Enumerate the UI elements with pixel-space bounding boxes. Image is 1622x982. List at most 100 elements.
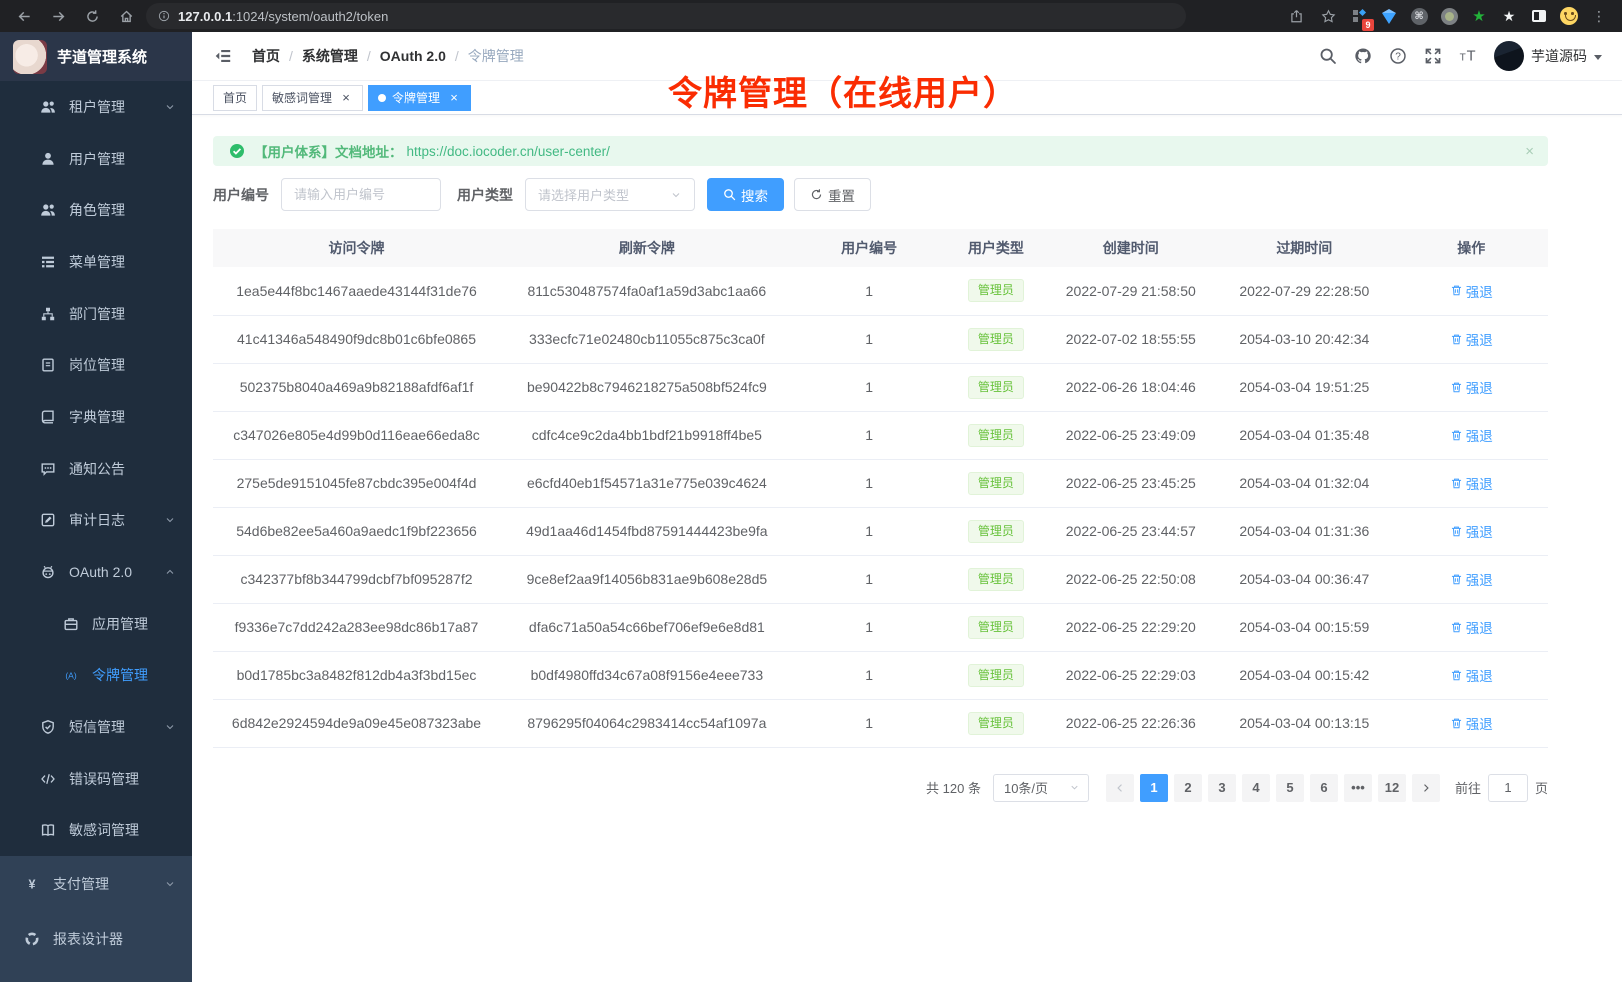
- app-title: 芋道管理系统: [57, 46, 147, 67]
- force-logout-button[interactable]: 强退: [1450, 665, 1493, 685]
- user-type-select[interactable]: 请选择用户类型: [525, 178, 695, 211]
- sidebar-item-app[interactable]: 应用管理: [0, 598, 192, 650]
- page-button-5[interactable]: 5: [1276, 774, 1304, 802]
- page-button-1[interactable]: 1: [1140, 774, 1168, 802]
- force-logout-button[interactable]: 强退: [1450, 473, 1493, 493]
- reload-icon[interactable]: [78, 2, 106, 30]
- sidebar-item-report[interactable]: 报表设计器: [0, 911, 192, 966]
- sidebar-item-log[interactable]: 审计日志: [0, 495, 192, 547]
- user-menu[interactable]: 芋道源码: [1494, 41, 1602, 71]
- breadcrumb-item[interactable]: 首页: [252, 46, 280, 66]
- back-icon[interactable]: [10, 2, 38, 30]
- kebab-menu-icon[interactable]: ⋮: [1586, 3, 1612, 29]
- breadcrumb-separator: /: [289, 48, 293, 64]
- force-logout-button[interactable]: 强退: [1450, 377, 1493, 397]
- record-extension-icon[interactable]: [1436, 3, 1462, 29]
- created-cell: 2022-06-25 23:49:09: [1047, 411, 1214, 459]
- extension-grid-icon[interactable]: 9: [1346, 3, 1372, 29]
- close-icon[interactable]: [339, 91, 353, 105]
- sidebar-item-label: 岗位管理: [69, 355, 125, 375]
- force-logout-button[interactable]: 强退: [1450, 713, 1493, 733]
- refresh-cell: 811c530487574fa0af1a59d3abc1aa66: [500, 267, 794, 315]
- token-table: 访问令牌刷新令牌用户编号用户类型创建时间过期时间操作 1ea5e44f8bc14…: [213, 229, 1548, 748]
- share-icon[interactable]: [1282, 2, 1310, 30]
- font-size-icon[interactable]: TT: [1459, 47, 1477, 65]
- sms-icon: [40, 719, 56, 735]
- goto-page-input[interactable]: [1488, 774, 1528, 802]
- search-icon[interactable]: [1319, 47, 1337, 65]
- sidebar-item-book-open[interactable]: 敏感词管理: [0, 805, 192, 857]
- page-button-2[interactable]: 2: [1174, 774, 1202, 802]
- user-id-input[interactable]: [281, 178, 441, 211]
- trash-icon: [1450, 669, 1463, 682]
- force-logout-button[interactable]: 强退: [1450, 569, 1493, 589]
- page-button-6[interactable]: 6: [1310, 774, 1338, 802]
- sidebar-item-token[interactable]: (A)令牌管理: [0, 650, 192, 702]
- site-info-icon[interactable]: [158, 10, 170, 22]
- tags-bar: 首页 敏感词管理 令牌管理: [192, 81, 1622, 115]
- page-size-select[interactable]: 10条/页: [993, 774, 1089, 802]
- tab-token[interactable]: 令牌管理: [368, 85, 471, 111]
- breadcrumb-item[interactable]: 系统管理: [302, 46, 358, 66]
- table-row: 41c41346a548490f9dc8b01c6bfe0865333ecfc7…: [213, 315, 1548, 363]
- force-logout-label: 强退: [1466, 473, 1493, 493]
- doc-link[interactable]: https://doc.iocoder.cn/user-center/: [407, 144, 610, 159]
- next-page-button[interactable]: [1412, 774, 1440, 802]
- sidebar-item-peoples[interactable]: 角色管理: [0, 184, 192, 236]
- sidebar-item-sms[interactable]: 短信管理: [0, 701, 192, 753]
- trash-icon: [1450, 573, 1463, 586]
- force-logout-button[interactable]: 强退: [1450, 521, 1493, 541]
- sidebar-logo[interactable]: 芋道管理系统: [0, 32, 192, 81]
- user-id-cell: 1: [794, 315, 945, 363]
- forward-icon[interactable]: [44, 2, 72, 30]
- page-button-12[interactable]: 12: [1378, 774, 1406, 802]
- url-text: 127.0.0.1:1024/system/oauth2/token: [178, 9, 388, 24]
- sidebar-item-label: 字典管理: [69, 407, 125, 427]
- gem-extension-icon[interactable]: [1376, 3, 1402, 29]
- logo-image: [13, 40, 47, 74]
- alert-close-icon[interactable]: [1525, 143, 1534, 160]
- sidebar-item-code[interactable]: 错误码管理: [0, 753, 192, 805]
- sidebar-item-post[interactable]: 岗位管理: [0, 339, 192, 391]
- help-icon[interactable]: ?: [1389, 47, 1407, 65]
- force-logout-button[interactable]: 强退: [1450, 617, 1493, 637]
- reset-button[interactable]: 重置: [794, 178, 871, 211]
- fullscreen-icon[interactable]: [1424, 47, 1442, 65]
- sidebar-item-tree-table[interactable]: 菜单管理: [0, 236, 192, 288]
- sidebar-item-dict[interactable]: 字典管理: [0, 391, 192, 443]
- breadcrumb-item[interactable]: OAuth 2.0: [380, 48, 446, 64]
- page-button-3[interactable]: 3: [1208, 774, 1236, 802]
- github-icon[interactable]: [1354, 47, 1372, 65]
- sidebar-item-label: 报表设计器: [53, 929, 123, 949]
- force-logout-button[interactable]: 强退: [1450, 329, 1493, 349]
- green-star-extension-icon[interactable]: ★: [1466, 3, 1492, 29]
- home-icon[interactable]: [112, 2, 140, 30]
- access-cell: 6d842e2924594de9a09e45e087323abe: [213, 699, 500, 747]
- sidebar-item-user[interactable]: 用户管理: [0, 133, 192, 185]
- user-id-cell: 1: [794, 507, 945, 555]
- force-logout-button[interactable]: 强退: [1450, 281, 1493, 301]
- sidebar-item-tree[interactable]: 部门管理: [0, 288, 192, 340]
- sidebar-collapse-icon[interactable]: [206, 47, 240, 65]
- close-icon[interactable]: [447, 91, 461, 105]
- side-panel-icon[interactable]: [1526, 3, 1552, 29]
- sidebar-item-message[interactable]: 通知公告: [0, 443, 192, 495]
- status-badge: 管理员: [968, 712, 1024, 735]
- prev-page-button[interactable]: [1106, 774, 1134, 802]
- force-logout-button[interactable]: 强退: [1450, 425, 1493, 445]
- sidebar-item-label: 支付管理: [53, 874, 109, 894]
- address-bar[interactable]: 127.0.0.1:1024/system/oauth2/token: [146, 3, 1186, 29]
- page-ellipsis[interactable]: •••: [1344, 774, 1372, 802]
- profile-avatar[interactable]: [1556, 3, 1582, 29]
- sidebar-item-pay[interactable]: ¥支付管理: [0, 856, 192, 911]
- sidebar-item-peoples[interactable]: 租户管理: [0, 81, 192, 133]
- command-extension-icon[interactable]: ⌘: [1406, 3, 1432, 29]
- search-button[interactable]: 搜索: [707, 178, 784, 211]
- bookmark-star-icon[interactable]: [1314, 2, 1342, 30]
- tab-home[interactable]: 首页: [213, 85, 257, 111]
- page-button-4[interactable]: 4: [1242, 774, 1270, 802]
- white-star-extension-icon[interactable]: ★: [1496, 3, 1522, 29]
- tab-sensitive-words[interactable]: 敏感词管理: [262, 85, 363, 111]
- action-cell: 强退: [1394, 651, 1548, 699]
- sidebar-item-client[interactable]: OAuth 2.0: [0, 546, 192, 598]
